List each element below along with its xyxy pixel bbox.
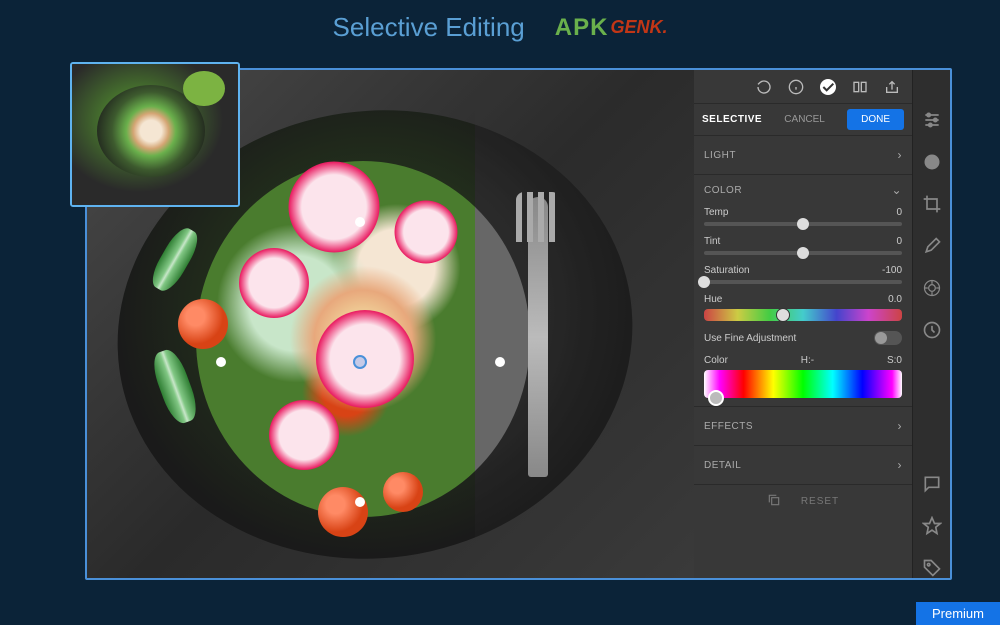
tint-track[interactable]: [704, 251, 902, 255]
palette-icon[interactable]: [922, 152, 942, 172]
cancel-button[interactable]: CANCEL: [774, 110, 835, 129]
fork-prop: [528, 197, 548, 477]
fine-adjustment-row: Use Fine Adjustment: [704, 331, 902, 345]
section-effects[interactable]: EFFECTS ›: [694, 407, 912, 446]
temp-label: Temp: [704, 207, 728, 218]
saturation-thumb[interactable]: [698, 276, 710, 288]
hue-slider: Hue 0.0: [704, 294, 902, 321]
tint-slider: Tint 0: [704, 236, 902, 255]
hue-label: Hue: [704, 294, 722, 305]
temp-track[interactable]: [704, 222, 902, 226]
effects-label: EFFECTS: [704, 421, 753, 432]
adjust-icon[interactable]: [922, 110, 942, 130]
comment-icon[interactable]: [922, 474, 942, 494]
saturation-track[interactable]: [704, 280, 902, 284]
color-header[interactable]: COLOR ⌄: [704, 183, 902, 197]
star-icon[interactable]: [922, 516, 942, 536]
right-toolbar: [912, 70, 950, 578]
selection-handle-left[interactable]: [216, 357, 226, 367]
light-label: LIGHT: [704, 150, 736, 161]
section-color: COLOR ⌄ Temp 0 Tint 0 Saturation -100 Hue 0.0…: [694, 175, 912, 407]
copy-icon[interactable]: [767, 493, 781, 510]
selection-handle-top[interactable]: [355, 217, 365, 227]
thumbnail-image: [72, 64, 238, 205]
header-title: Selective Editing: [333, 12, 525, 43]
color-h-label: H:-: [801, 355, 814, 366]
color-picker-label: Color: [704, 355, 728, 366]
chevron-down-icon: ⌄: [891, 183, 902, 197]
section-detail[interactable]: DETAIL ›: [694, 446, 912, 485]
saturation-label: Saturation: [704, 265, 750, 276]
selection-handle-bottom[interactable]: [355, 497, 365, 507]
logo-part-apk: APK: [555, 14, 609, 42]
info-icon[interactable]: [788, 79, 804, 95]
undo-icon[interactable]: [756, 79, 772, 95]
reset-row: RESET: [694, 485, 912, 518]
before-thumbnail[interactable]: [70, 62, 240, 207]
brush-icon[interactable]: [922, 236, 942, 256]
color-picker: Color H:- S:0: [704, 355, 902, 398]
mode-row: SELECTIVE CANCEL DONE: [694, 104, 912, 136]
adjustments-panel: SELECTIVE CANCEL DONE LIGHT › COLOR ⌄ Temp…: [694, 70, 912, 578]
history-icon[interactable]: [922, 320, 942, 340]
premium-badge: Premium: [916, 602, 1000, 625]
share-icon[interactable]: [884, 79, 900, 95]
check-icon[interactable]: [820, 79, 836, 95]
brand-logo: APK GENK.: [555, 14, 668, 42]
fine-adjustment-label: Use Fine Adjustment: [704, 333, 796, 344]
saturation-slider: Saturation -100: [704, 265, 902, 284]
tint-value: 0: [896, 236, 902, 247]
tint-thumb[interactable]: [797, 247, 809, 259]
mode-selective-label: SELECTIVE: [702, 114, 762, 125]
chevron-right-icon: ›: [898, 458, 903, 472]
chevron-right-icon: ›: [898, 148, 903, 162]
fine-adjustment-toggle[interactable]: [874, 331, 902, 345]
tint-label: Tint: [704, 236, 720, 247]
selection-handle-right[interactable]: [495, 357, 505, 367]
saturation-value: -100: [882, 265, 902, 276]
selection-center[interactable]: [353, 355, 367, 369]
logo-part-genk: GENK.: [610, 17, 667, 38]
selection-overlay[interactable]: [221, 222, 500, 501]
panel-topbar: [694, 70, 912, 104]
reset-button[interactable]: RESET: [801, 496, 839, 507]
hue-value: 0.0: [888, 294, 902, 305]
color-label: COLOR: [704, 185, 742, 196]
temp-value: 0: [896, 207, 902, 218]
done-button[interactable]: DONE: [847, 109, 904, 130]
chevron-right-icon: ›: [898, 419, 903, 433]
tag-icon[interactable]: [922, 558, 942, 578]
temp-thumb[interactable]: [797, 218, 809, 230]
section-light[interactable]: LIGHT ›: [694, 136, 912, 175]
color-gradient[interactable]: [704, 370, 902, 398]
hue-track[interactable]: [704, 309, 902, 321]
aperture-icon[interactable]: [922, 278, 942, 298]
crop-icon[interactable]: [922, 194, 942, 214]
compare-icon[interactable]: [852, 79, 868, 95]
app-header: Selective Editing APK GENK.: [0, 0, 1000, 51]
color-cursor[interactable]: [708, 390, 724, 406]
temp-slider: Temp 0: [704, 207, 902, 226]
hue-thumb[interactable]: [776, 308, 790, 322]
detail-label: DETAIL: [704, 460, 741, 471]
color-s-label: S:0: [887, 355, 902, 366]
